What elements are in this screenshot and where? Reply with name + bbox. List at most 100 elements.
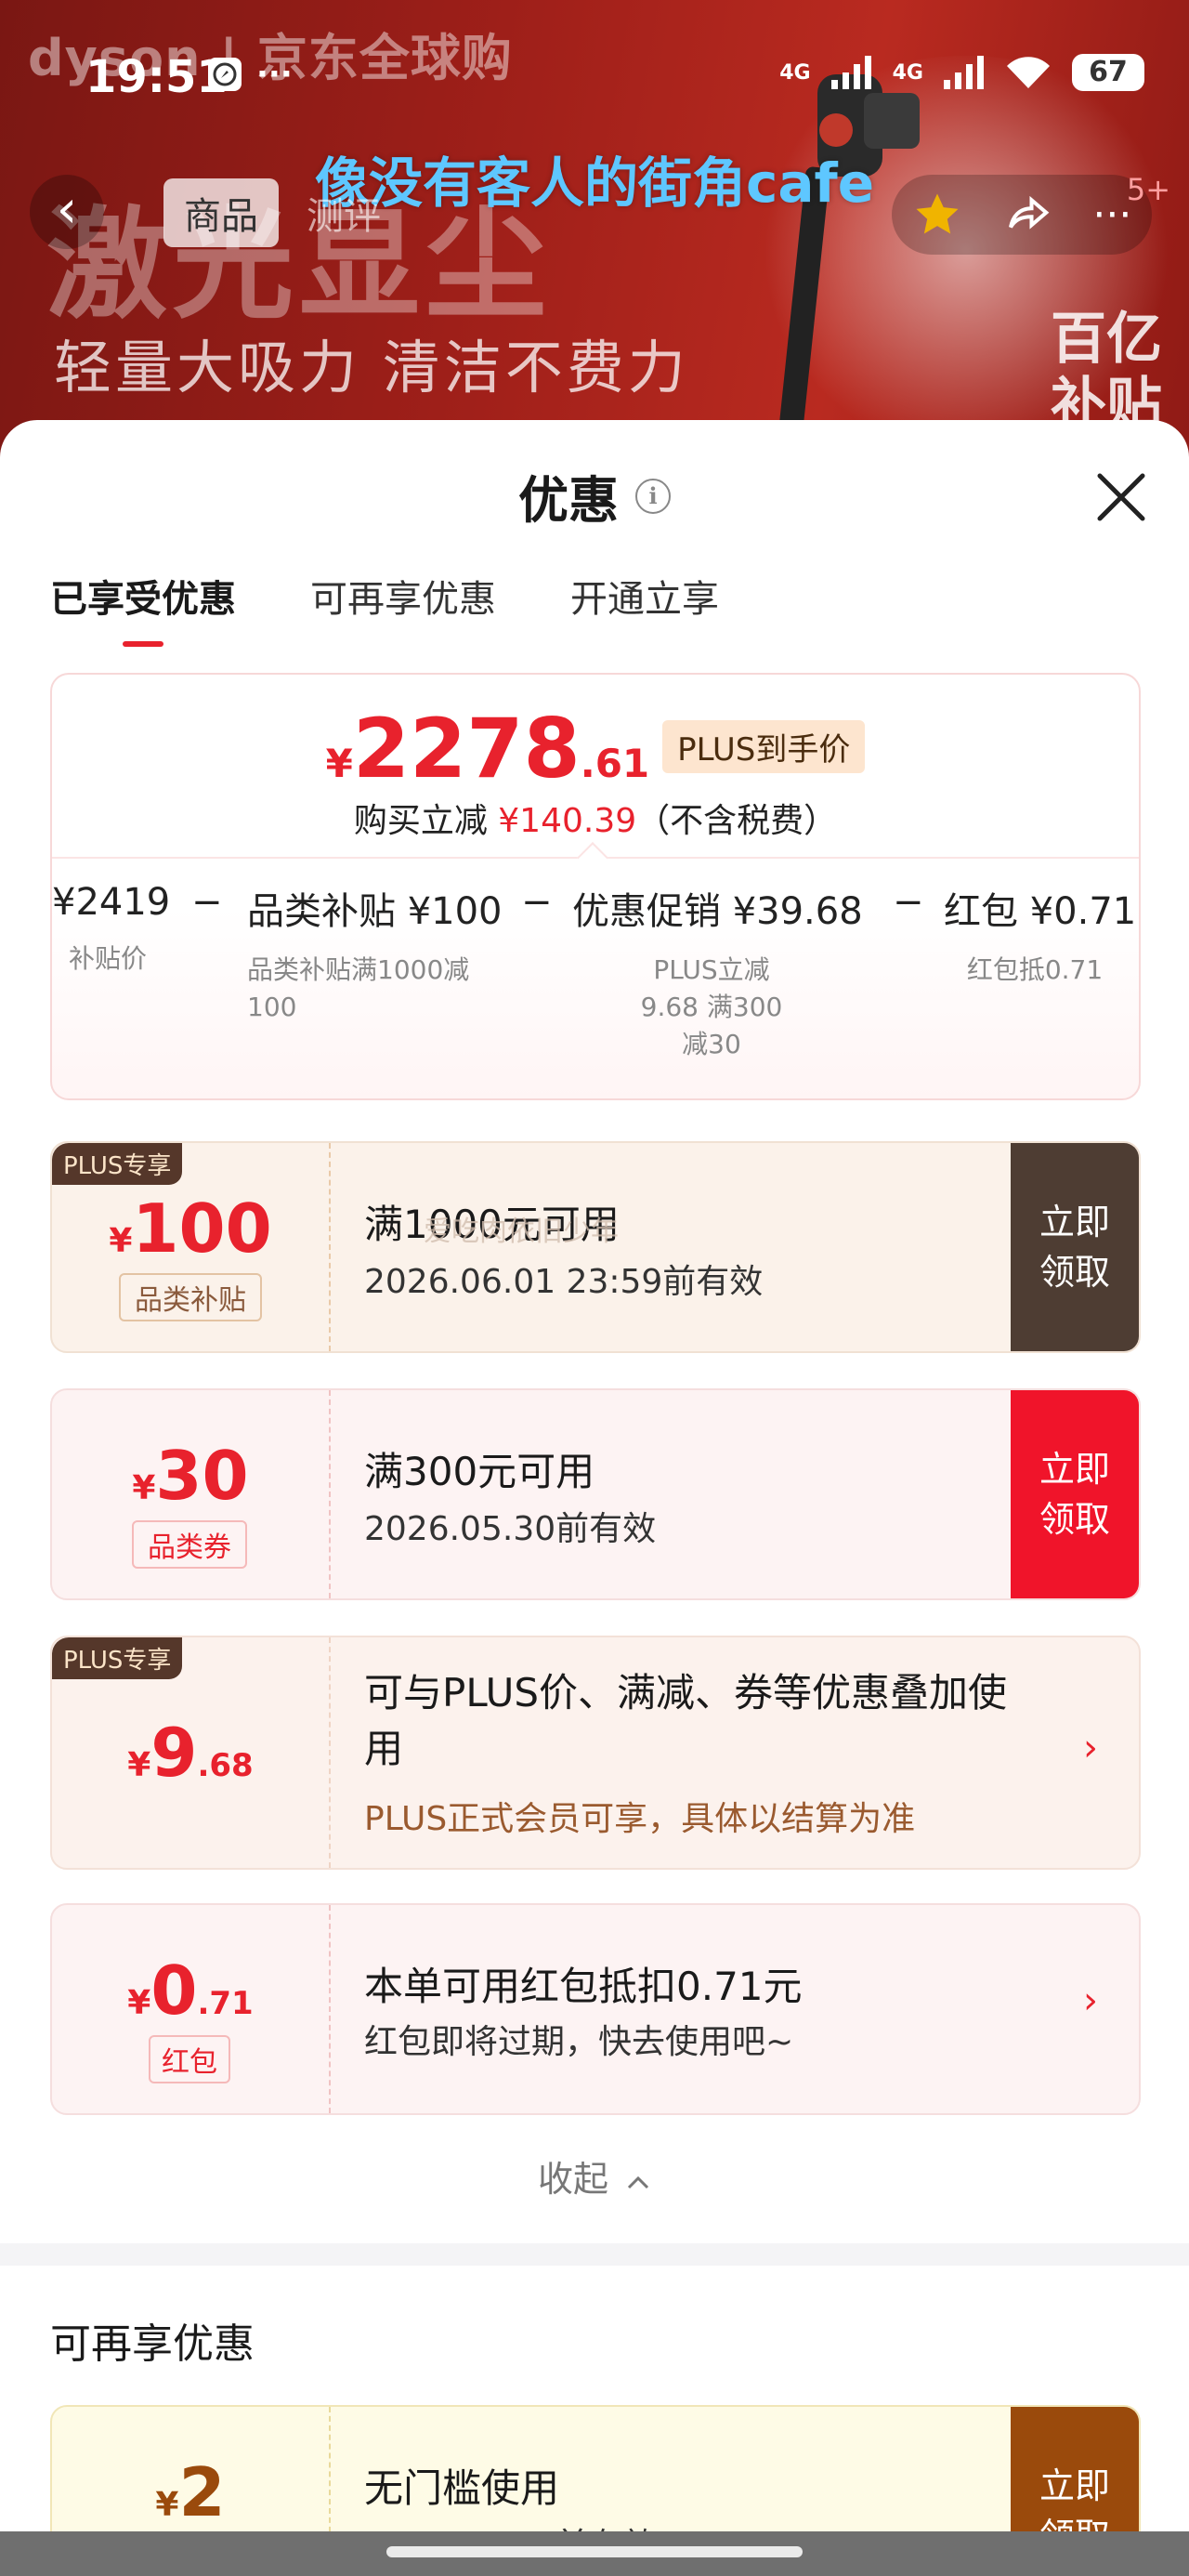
close-icon[interactable] [1089, 465, 1154, 530]
breakdown-note: 品类补贴满1000减100 [247, 954, 470, 1022]
coupon-note: PLUS正式会员可享，具体以结算为准 [364, 1800, 916, 1838]
back-button[interactable]: ‹ [30, 175, 104, 249]
collapse-button[interactable]: 收起 [0, 2150, 1189, 2201]
breakdown-value: 优惠促销 ¥39.68 [572, 890, 863, 933]
coupon-value: 100 [132, 1189, 272, 1268]
breakdown-item: 优惠促销 ¥39.68 PLUS立减9.68 满300减30 [572, 881, 863, 1063]
coupon-perforation [329, 1637, 331, 1868]
watermark-text: 爱吃肉依旧少年 [424, 1216, 619, 1248]
breakdown-note: PLUS立减9.68 满300减30 [640, 954, 783, 1059]
status-more: ··· [256, 56, 293, 93]
home-indicator[interactable] [386, 2546, 803, 2557]
star-icon[interactable] [912, 190, 962, 240]
info-icon[interactable]: i [635, 478, 671, 514]
plus-exclusive-badge: PLUS专享 [52, 1143, 183, 1185]
coupon-tag: 红包 [149, 2035, 230, 2083]
breakdown-value: ¥2419 [52, 881, 171, 924]
breakdown-item: 品类补贴 ¥100 品类补贴满1000减100 [247, 881, 503, 1026]
coupon-currency: ¥ [155, 2486, 179, 2524]
chevron-up-icon [627, 2175, 649, 2188]
discount-sheet: 优惠 i 已享受优惠 可再享优惠 开通立享 ¥2278.61 PLUS到手价 购买立… [0, 420, 1189, 2576]
price-integer: 2278 [352, 701, 581, 796]
signal-label-2: 4G [892, 60, 923, 85]
battery-icon: 67 [1072, 54, 1144, 91]
coupon-amount: ¥9.68 [52, 1714, 329, 1792]
coupon-condition: 本单可用红包抵扣0.71元 [364, 1964, 803, 2009]
status-right-icons: 4G 4G 67 [779, 54, 1144, 91]
coupon-value: 9 [150, 1714, 198, 1792]
coupon-card: PLUS专享 ¥100 品类补贴 满1000元可用 2026.06.01 23:… [50, 1141, 1141, 1353]
coupon-decimal: .68 [197, 1747, 254, 1784]
coupon-amount: ¥100 [52, 1189, 329, 1268]
section-title-more: 可再享优惠 [50, 2320, 255, 2368]
coupon-currency: ¥ [127, 1984, 151, 2022]
compass-icon [208, 58, 242, 91]
claim-button[interactable]: 立即领取 [1011, 1143, 1139, 1351]
coupon-expiry: 2026.05.30前有效 [364, 1510, 657, 1548]
divider-notch [577, 842, 608, 874]
coupon-tag: 品类券 [132, 1520, 247, 1569]
coupon-amount: ¥2 [52, 2453, 329, 2531]
coupon-amount: ¥30 [52, 1437, 329, 1515]
reduce-amount: ¥140.39 [498, 802, 637, 840]
home-indicator-bar [0, 2531, 1189, 2576]
coupon-value: 2 [178, 2453, 226, 2531]
coupon-condition: 满300元可用 [364, 1449, 595, 1494]
tab-enjoyed[interactable]: 已享受优惠 [50, 569, 236, 641]
breakdown-value: 品类补贴 ¥100 [247, 890, 503, 933]
collapse-label: 收起 [537, 2159, 608, 2200]
claim-button-label: 立即领取 [1039, 1449, 1110, 1540]
coupon-note: 红包即将过期，快去使用吧~ [364, 2023, 794, 2061]
breakdown-item: ¥2419 补贴价 [52, 881, 171, 978]
nav-actions: ··· [892, 175, 1152, 255]
nav-tab-review[interactable]: 测评 [307, 186, 381, 240]
coupon-card: ¥30 品类券 满300元可用 2026.05.30前有效 立即领取 [50, 1388, 1141, 1600]
discount-tabs: 已享受优惠 可再享优惠 开通立享 [50, 569, 719, 641]
breakdown-value: 红包 ¥0.71 [944, 890, 1137, 933]
coupon-expiry: 2026.06.01 23:59前有效 [364, 1263, 764, 1301]
tab-more-available[interactable]: 可再享优惠 [310, 569, 496, 641]
signal-label-1: 4G [779, 60, 811, 85]
claim-button-label: 立即领取 [1039, 1202, 1110, 1293]
tab-open-now[interactable]: 开通立享 [570, 569, 719, 641]
breakdown-item: 红包 ¥0.71 红包抵0.71 [944, 881, 1137, 989]
cell-signal-icon [830, 56, 871, 89]
coupon-perforation [329, 1905, 331, 2113]
chevron-right-icon: › [1083, 1979, 1098, 2022]
coupon-value: 0 [150, 1952, 198, 2030]
coupon-card[interactable]: ¥0.71 红包 本单可用红包抵扣0.71元 红包即将过期，快去使用吧~ › [50, 1903, 1141, 2115]
chevron-right-icon: › [1083, 1727, 1098, 1769]
breakdown-note: 补贴价 [68, 943, 147, 974]
coupon-card[interactable]: PLUS专享 ¥9.68 可与PLUS价、满减、券等优惠叠加使用 PLUS正式会… [50, 1636, 1141, 1870]
price-currency: ¥ [325, 741, 353, 786]
claim-button[interactable]: 立即领取 [1011, 1390, 1139, 1598]
reduce-prefix: 购买立减 [353, 802, 488, 840]
coupon-perforation [329, 1143, 331, 1351]
coupon-perforation [329, 1390, 331, 1598]
breakdown-note: 红包抵0.71 [966, 954, 1104, 985]
cell-signal-icon-2 [944, 56, 984, 89]
subsidy-badge-text: 百亿补贴 [1051, 307, 1162, 437]
coupon-value: 30 [155, 1437, 249, 1515]
coupon-condition: 可与PLUS价、满减、券等优惠叠加使用 [364, 1670, 1008, 1771]
coupon-currency: ¥ [127, 1746, 151, 1784]
price-summary-card: ¥2278.61 PLUS到手价 购买立减 ¥140.39（不含税费） ¥2419… [50, 673, 1141, 1100]
wifi-icon [1007, 57, 1050, 88]
sheet-title-text: 优惠 [518, 471, 619, 530]
plus-price-tag: PLUS到手价 [662, 720, 866, 773]
plus-exclusive-badge: PLUS专享 [52, 1637, 183, 1679]
share-icon[interactable] [1002, 190, 1052, 240]
coupon-amount: ¥0.71 [52, 1952, 329, 2030]
coupon-currency: ¥ [109, 1222, 133, 1260]
nav-tab-product[interactable]: 商品 [163, 178, 279, 247]
coupon-tag: 品类补贴 [119, 1273, 262, 1321]
price-decimal: .61 [580, 741, 650, 786]
minus-sign: − [893, 881, 924, 924]
banner-subline: 轻量大吸力 清洁不费力 [54, 334, 689, 401]
subsidy-badge: 百亿补贴 [1046, 307, 1167, 437]
coupon-currency: ¥ [132, 1469, 156, 1507]
reduce-row: 购买立减 ¥140.39（不含税费） [52, 794, 1139, 842]
coupon-decimal: .71 [197, 1985, 254, 2022]
minus-sign: − [521, 881, 553, 924]
sheet-title: 优惠 i [0, 459, 1189, 532]
